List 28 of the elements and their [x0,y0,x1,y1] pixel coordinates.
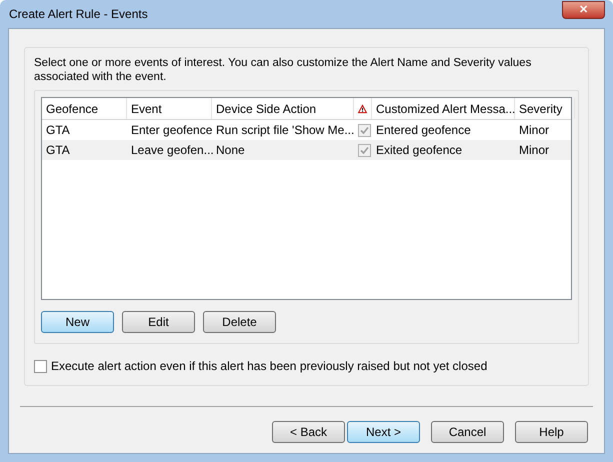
table-cell-text: Entered geofence [376,122,471,139]
dialog-button[interactable]: Cancel [431,421,504,443]
column-header[interactable]: Device Side Action [216,100,316,118]
dialog-button[interactable]: Next > [347,421,420,443]
table-cell-text: GTA [46,142,70,159]
column-header[interactable]: Event [131,100,162,118]
column-header[interactable]: Customized Alert Messa... [376,100,516,118]
dialog-button[interactable]: Delete [203,311,276,333]
window-title: Create Alert Rule - Events [9,6,148,23]
checkbox-label: Execute alert action even if this alert has been previously raised but not yet closed [51,358,488,375]
dialog-button[interactable]: < Back [272,421,345,443]
table-cell-text: GTA [46,122,70,139]
table-cell-text: None [216,142,245,159]
column-header[interactable]: Geofence [46,100,98,118]
dialog-button[interactable]: Edit [122,311,195,333]
instructions-text: Select one or more events of interest. You can also customize the Alert Name and Severity values associated with the event. [34,56,532,84]
checkbox[interactable] [358,144,371,156]
table-cell-text: Minor [519,142,550,159]
dialog-button[interactable]: New [41,311,114,333]
column-header[interactable]: Severity [519,100,562,118]
dialog-button[interactable]: Help [515,421,588,443]
checkbox[interactable] [34,360,47,372]
table-cell-text: Run script file 'Show Me... [216,122,354,139]
checkbox[interactable] [358,124,371,136]
table-cell-text: Minor [519,122,550,139]
table-cell-text: Enter geofence [131,122,212,139]
table-cell-text: Exited geofence [376,142,462,159]
table-cell-text: Leave geofen... [131,142,214,159]
